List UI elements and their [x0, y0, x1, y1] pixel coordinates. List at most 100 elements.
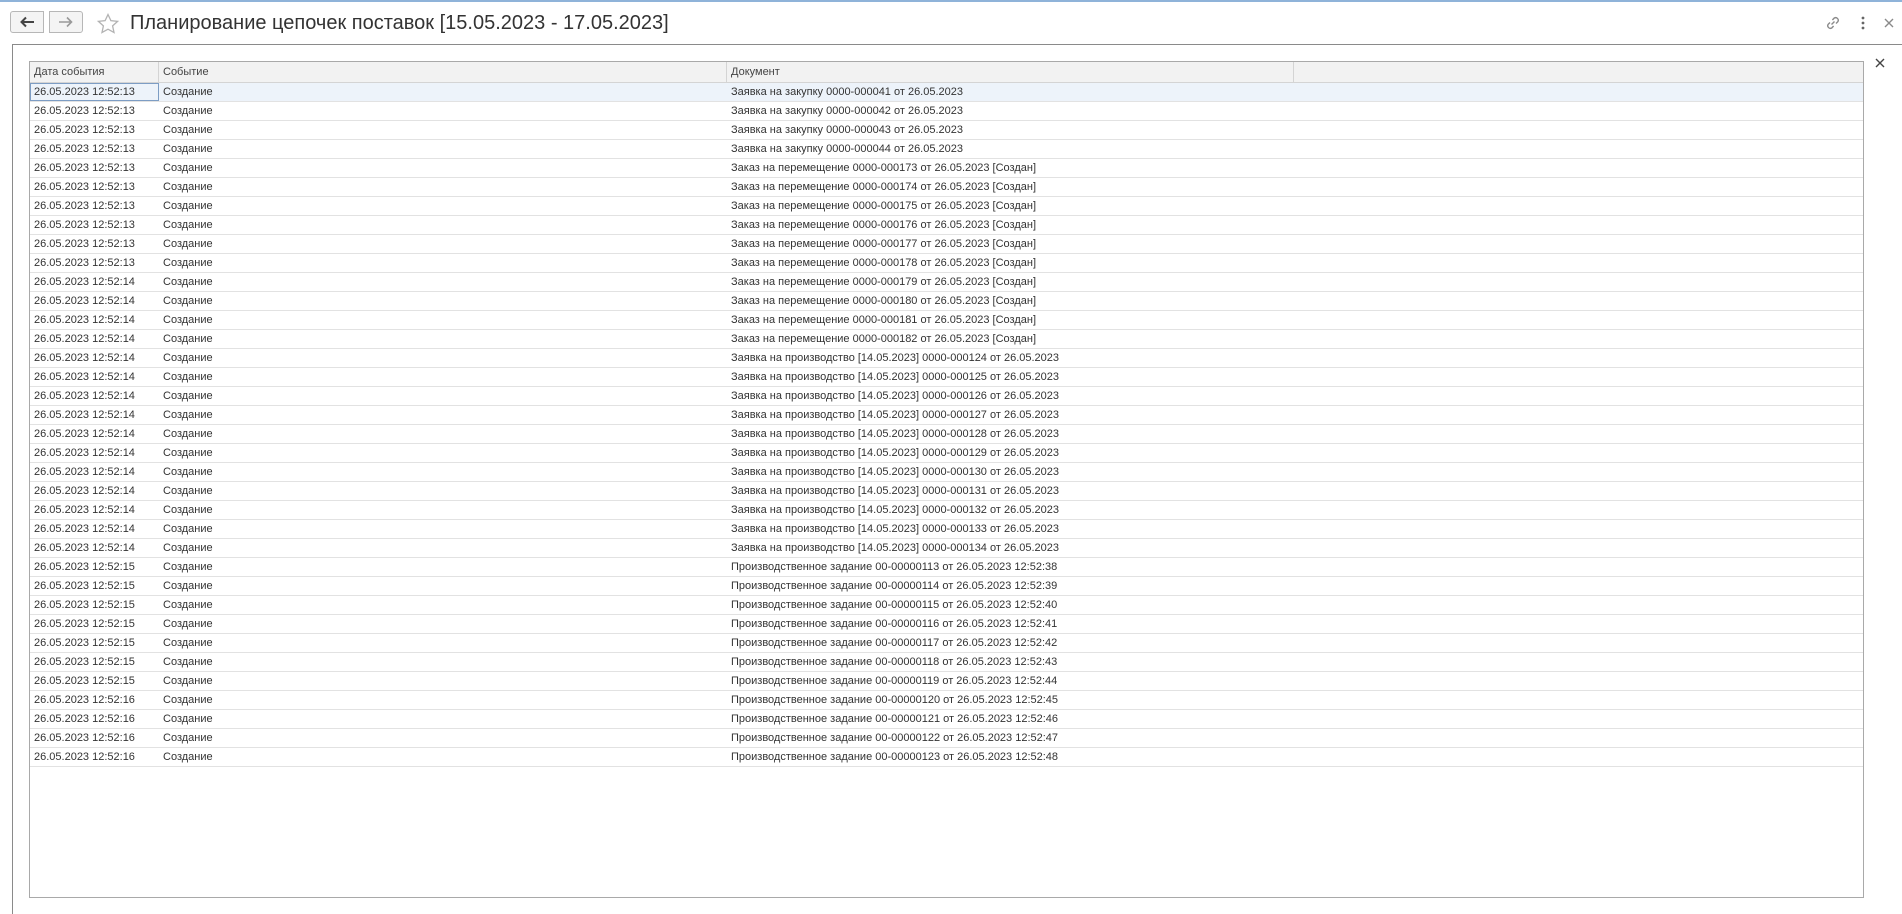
table-row[interactable]: 26.05.2023 12:52:14 Создание Заявка на про…	[30, 425, 1863, 444]
cell-empty	[1294, 235, 1863, 253]
table-row[interactable]: 26.05.2023 12:52:14 Создание Заказ на пере…	[30, 273, 1863, 292]
cell-document: Заявка на производство [14.05.2023] 0000…	[731, 466, 1060, 478]
cell-document: Заявка на производство [14.05.2023] 0000…	[731, 352, 1060, 364]
table-row[interactable]: 26.05.2023 12:52:13 Создание Заказ на пере…	[30, 254, 1863, 273]
table-row[interactable]: 26.05.2023 12:52:14 Создание Заявка на про…	[30, 501, 1863, 520]
table-row[interactable]: 26.05.2023 12:52:14 Создание Заказ на пере…	[30, 330, 1863, 349]
table-row[interactable]: 26.05.2023 12:52:13 Создание Заказ на пере…	[30, 235, 1863, 254]
cell-event-date: 26.05.2023 12:52:15	[34, 599, 135, 611]
cell-event-date: 26.05.2023 12:52:14	[34, 428, 135, 440]
table-row[interactable]: 26.05.2023 12:52:16 Создание Производствен…	[30, 729, 1863, 748]
table-header: Дата события Событие Документ	[30, 62, 1863, 83]
table-row[interactable]: 26.05.2023 12:52:14 Создание Заявка на про…	[30, 444, 1863, 463]
column-header-event-date[interactable]: Дата события	[30, 62, 159, 82]
cell-empty	[1294, 710, 1863, 728]
cell-document: Заявка на производство [14.05.2023] 0000…	[731, 523, 1060, 535]
table-row[interactable]: 26.05.2023 12:52:13 Создание Заявка на зак…	[30, 140, 1863, 159]
cell-event: Создание	[163, 675, 213, 687]
cell-event-date: 26.05.2023 12:52:16	[34, 694, 135, 706]
table-row[interactable]: 26.05.2023 12:52:15 Создание Производствен…	[30, 596, 1863, 615]
table-row[interactable]: 26.05.2023 12:52:14 Создание Заявка на про…	[30, 520, 1863, 539]
table-row[interactable]: 26.05.2023 12:52:13 Создание Заявка на зак…	[30, 83, 1863, 102]
close-icon	[1875, 58, 1885, 68]
cell-event: Создание	[163, 276, 213, 288]
cell-event-date: 26.05.2023 12:52:15	[34, 675, 135, 687]
close-window-button[interactable]	[1880, 14, 1898, 32]
event-log-table[interactable]: Дата события Событие Документ 26.05.2023…	[29, 61, 1864, 898]
table-row[interactable]: 26.05.2023 12:52:14 Создание Заявка на про…	[30, 463, 1863, 482]
cell-event-date: 26.05.2023 12:52:15	[34, 580, 135, 592]
cell-event-date: 26.05.2023 12:52:14	[34, 447, 135, 459]
cell-empty	[1294, 83, 1863, 101]
cell-event-date: 26.05.2023 12:52:14	[34, 409, 135, 421]
table-row[interactable]: 26.05.2023 12:52:13 Создание Заказ на пере…	[30, 178, 1863, 197]
table-row[interactable]: 26.05.2023 12:52:15 Создание Производствен…	[30, 653, 1863, 672]
cell-empty	[1294, 311, 1863, 329]
cell-event-date: 26.05.2023 12:52:15	[34, 618, 135, 630]
cell-document: Заявка на производство [14.05.2023] 0000…	[731, 542, 1060, 554]
table-row[interactable]: 26.05.2023 12:52:14 Создание Заявка на про…	[30, 387, 1863, 406]
table-row[interactable]: 26.05.2023 12:52:13 Создание Заказ на пере…	[30, 216, 1863, 235]
table-row[interactable]: 26.05.2023 12:52:14 Создание Заказ на пере…	[30, 311, 1863, 330]
cell-event-date: 26.05.2023 12:52:16	[34, 732, 135, 744]
table-row[interactable]: 26.05.2023 12:52:15 Создание Производствен…	[30, 634, 1863, 653]
cell-empty	[1294, 577, 1863, 595]
cell-event-date: 26.05.2023 12:52:13	[30, 83, 159, 101]
cell-event-date: 26.05.2023 12:52:14	[34, 352, 135, 364]
forward-button[interactable]	[49, 11, 83, 33]
cell-event-date: 26.05.2023 12:52:14	[34, 542, 135, 554]
cell-event: Создание	[163, 504, 213, 516]
cell-document: Заявка на закупку 0000-000041 от 26.05.2…	[731, 86, 964, 98]
page-title: Планирование цепочек поставок [15.05.202…	[130, 12, 669, 34]
table-row[interactable]: 26.05.2023 12:52:13 Создание Заявка на зак…	[30, 121, 1863, 140]
table-row[interactable]: 26.05.2023 12:52:14 Создание Заявка на про…	[30, 349, 1863, 368]
cell-event-date: 26.05.2023 12:52:13	[34, 143, 135, 155]
table-row[interactable]: 26.05.2023 12:52:14 Создание Заказ на пере…	[30, 292, 1863, 311]
table-row[interactable]: 26.05.2023 12:52:15 Создание Производствен…	[30, 672, 1863, 691]
cell-event: Создание	[163, 409, 213, 421]
cell-empty	[1294, 520, 1863, 538]
cell-document: Производственное задание 00-00000118 от …	[731, 656, 1058, 668]
column-header-document[interactable]: Документ	[727, 62, 1294, 82]
cell-document: Заказ на перемещение 0000-000175 от 26.0…	[731, 200, 1037, 212]
cell-empty	[1294, 672, 1863, 690]
table-row[interactable]: 26.05.2023 12:52:13 Создание Заказ на пере…	[30, 159, 1863, 178]
star-icon[interactable]	[96, 12, 120, 36]
more-button[interactable]	[1854, 14, 1872, 32]
cell-event: Создание	[163, 162, 213, 174]
table-row[interactable]: 26.05.2023 12:52:15 Создание Производствен…	[30, 558, 1863, 577]
arrow-left-icon	[20, 16, 34, 28]
table-row[interactable]: 26.05.2023 12:52:14 Создание Заявка на про…	[30, 368, 1863, 387]
table-row[interactable]: 26.05.2023 12:52:15 Создание Производствен…	[30, 615, 1863, 634]
table-row[interactable]: 26.05.2023 12:52:14 Создание Заявка на про…	[30, 482, 1863, 501]
table-row[interactable]: 26.05.2023 12:52:16 Создание Производствен…	[30, 691, 1863, 710]
link-button[interactable]	[1824, 14, 1842, 32]
table-row[interactable]: 26.05.2023 12:52:16 Создание Производствен…	[30, 748, 1863, 767]
cell-event-date: 26.05.2023 12:52:15	[34, 656, 135, 668]
close-panel-button[interactable]	[1872, 55, 1888, 71]
cell-event-date: 26.05.2023 12:52:13	[34, 162, 135, 174]
cell-event-date: 26.05.2023 12:52:13	[34, 238, 135, 250]
cell-event: Создание	[163, 181, 213, 193]
cell-empty	[1294, 653, 1863, 671]
cell-document: Заказ на перемещение 0000-000178 от 26.0…	[731, 257, 1037, 269]
cell-empty	[1294, 406, 1863, 424]
cell-empty	[1294, 482, 1863, 500]
table-row[interactable]: 26.05.2023 12:52:14 Создание Заявка на про…	[30, 406, 1863, 425]
cell-empty	[1294, 463, 1863, 481]
table-row[interactable]: 26.05.2023 12:52:13 Создание Заказ на пере…	[30, 197, 1863, 216]
table-row[interactable]: 26.05.2023 12:52:16 Создание Производствен…	[30, 710, 1863, 729]
back-button[interactable]	[10, 11, 44, 33]
table-row[interactable]: 26.05.2023 12:52:13 Создание Заявка на зак…	[30, 102, 1863, 121]
cell-event: Создание	[163, 295, 213, 307]
cell-document: Заказ на перемещение 0000-000182 от 26.0…	[731, 333, 1037, 345]
cell-document: Производственное задание 00-00000120 от …	[731, 694, 1059, 706]
cell-event-date: 26.05.2023 12:52:15	[34, 637, 135, 649]
cell-event: Создание	[163, 105, 213, 117]
cell-empty	[1294, 748, 1863, 766]
column-header-event[interactable]: Событие	[159, 62, 727, 82]
table-row[interactable]: 26.05.2023 12:52:14 Создание Заявка на про…	[30, 539, 1863, 558]
table-row[interactable]: 26.05.2023 12:52:15 Создание Производствен…	[30, 577, 1863, 596]
arrow-right-icon	[59, 16, 73, 28]
cell-event: Создание	[163, 352, 213, 364]
